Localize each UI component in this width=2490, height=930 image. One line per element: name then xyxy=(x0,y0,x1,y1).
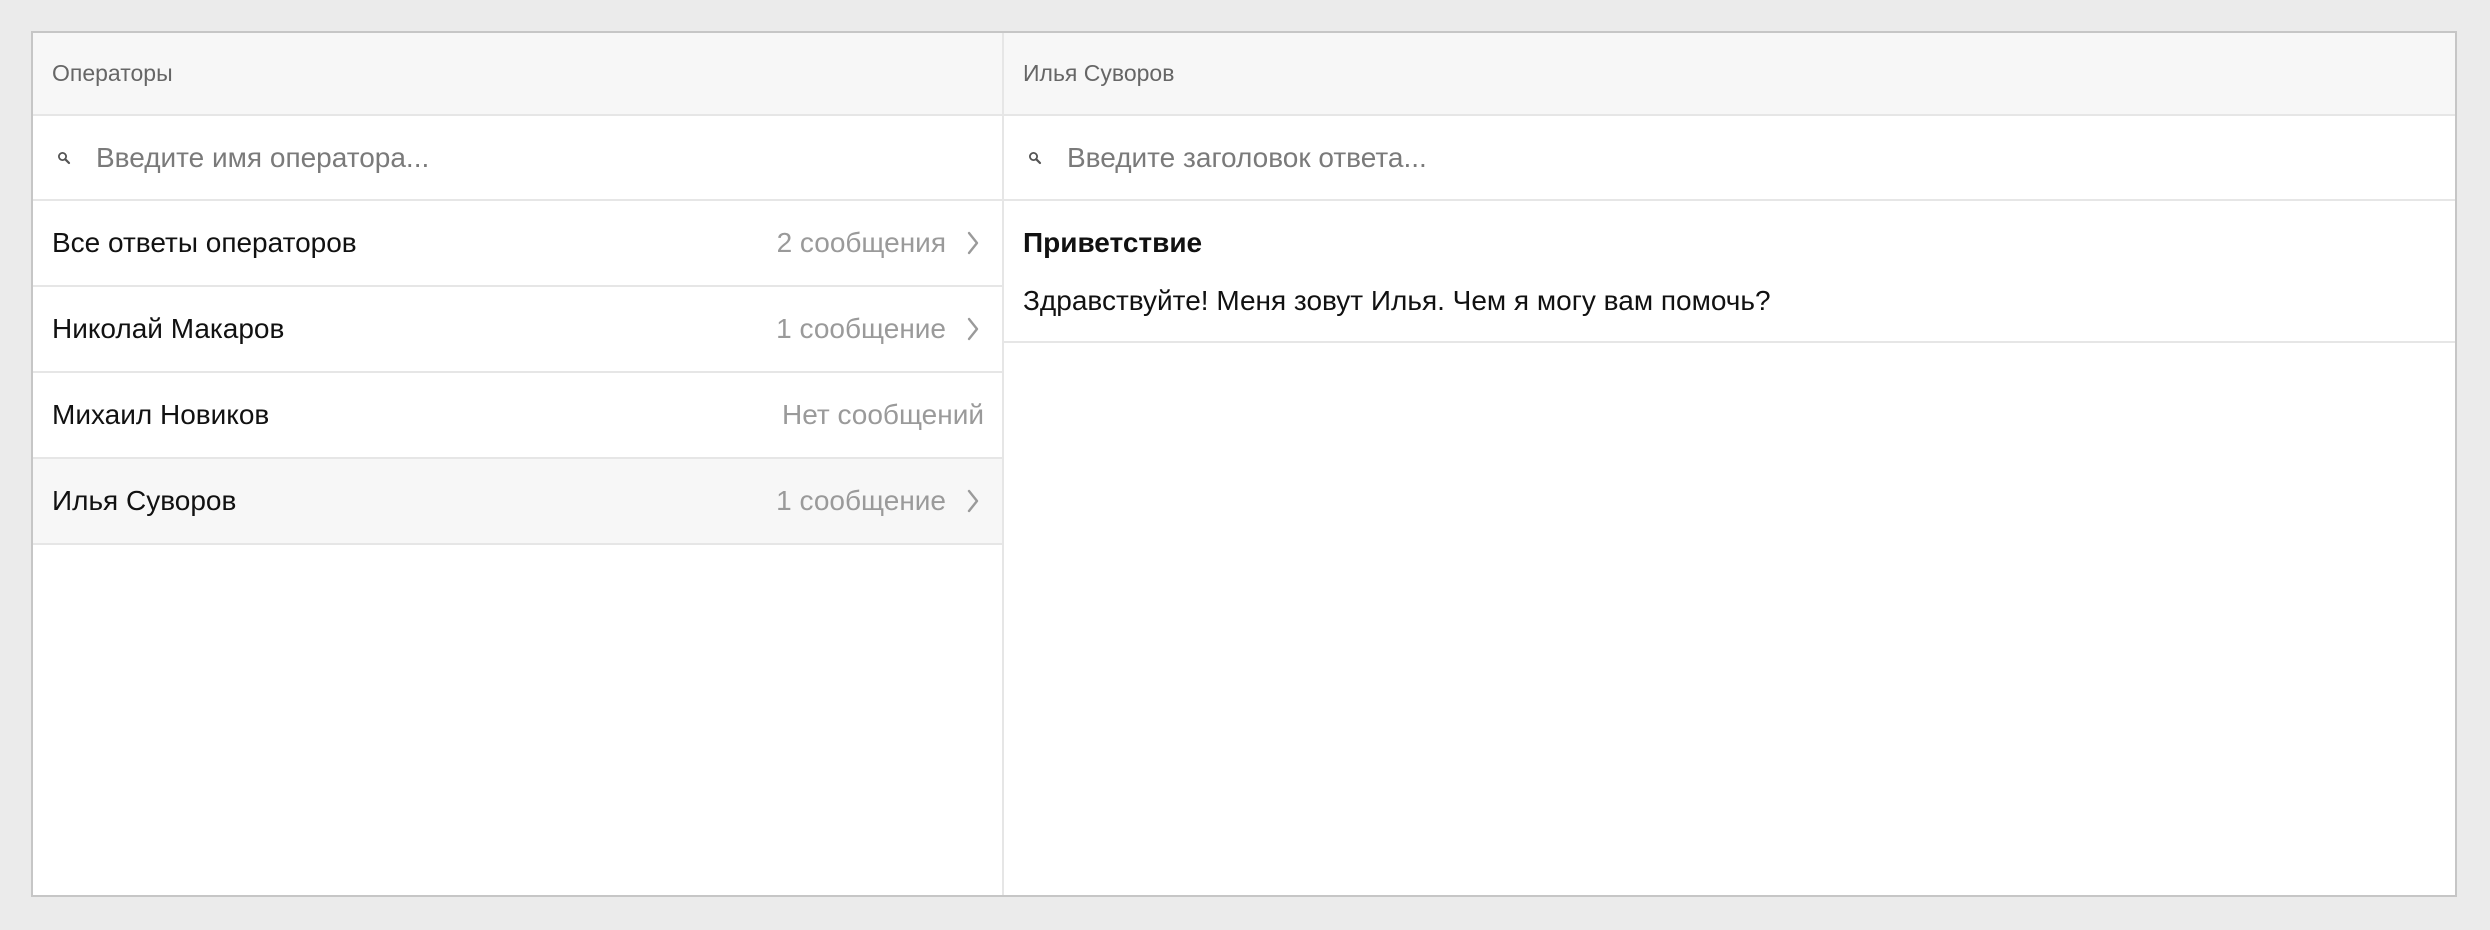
reply-search xyxy=(1004,116,2455,201)
operator-search-input[interactable] xyxy=(96,137,1002,178)
replies-header: Илья Суворов xyxy=(1004,33,2455,116)
operator-name: Все ответы операторов xyxy=(52,227,357,258)
operators-pane: Операторы Все ответы операторов 2 сообще… xyxy=(33,33,1004,895)
message-count: 1 сообщение xyxy=(776,313,946,344)
reply-text: Здравствуйте! Меня зовут Илья. Чем я мог… xyxy=(1023,285,1771,316)
operator-row-suvorov[interactable]: Илья Суворов 1 сообщение xyxy=(33,459,1002,545)
operator-name: Михаил Новиков xyxy=(52,399,270,430)
reply-title: Приветствие xyxy=(1023,227,1203,258)
search-icon xyxy=(1023,146,1047,170)
replies-pane: Илья Суворов Приветствие Здравствуйте! М… xyxy=(1004,33,2455,895)
reply-search-input[interactable] xyxy=(1067,137,2455,178)
operator-row-makarov[interactable]: Николай Макаров 1 сообщение xyxy=(33,287,1002,373)
operators-header-title: Операторы xyxy=(52,60,173,86)
operator-search xyxy=(33,116,1002,201)
chevron-right-icon xyxy=(962,228,984,258)
message-count: 2 сообщения xyxy=(776,227,946,258)
app-window: Операторы Все ответы операторов 2 сообще… xyxy=(31,31,2457,897)
operator-name: Илья Суворов xyxy=(52,485,237,516)
search-icon xyxy=(52,146,76,170)
operators-header: Операторы xyxy=(33,33,1002,116)
reply-item[interactable]: Приветствие Здравствуйте! Меня зовут Иль… xyxy=(1004,201,2455,343)
chevron-right-icon xyxy=(962,486,984,516)
message-count: 1 сообщение xyxy=(776,485,946,516)
message-count: Нет сообщений xyxy=(781,399,984,430)
operator-row-novikov[interactable]: Михаил Новиков Нет сообщений xyxy=(33,373,1002,459)
operator-row-all[interactable]: Все ответы операторов 2 сообщения xyxy=(33,201,1002,287)
operator-name: Николай Макаров xyxy=(52,313,285,344)
chevron-right-icon xyxy=(962,314,984,344)
replies-header-title: Илья Суворов xyxy=(1023,60,1175,86)
